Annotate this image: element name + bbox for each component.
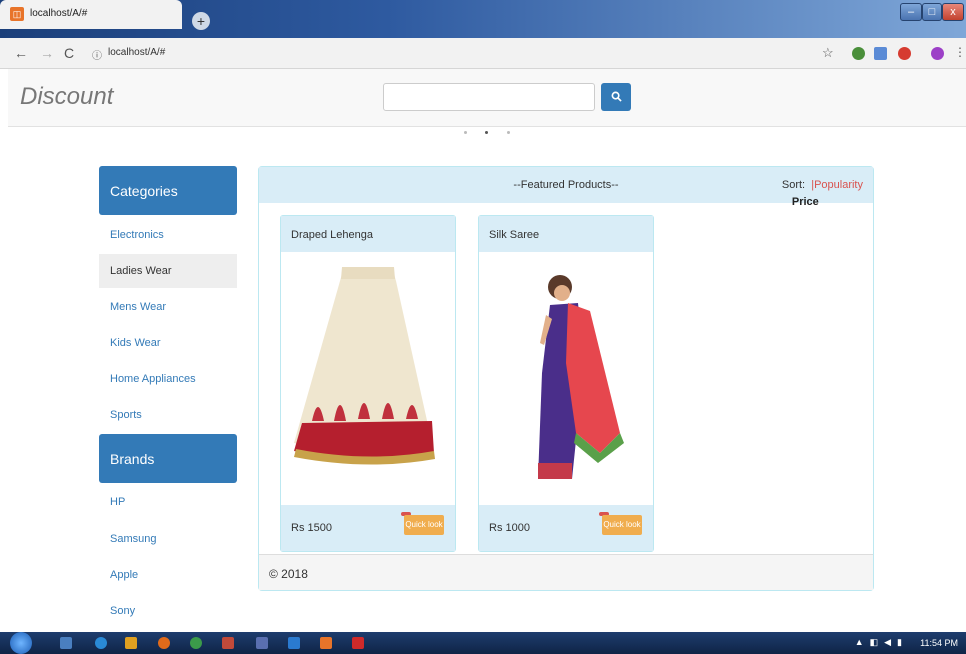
profile-avatar[interactable] xyxy=(931,47,944,60)
sort-price-link[interactable]: Price xyxy=(792,196,819,208)
brand-apple[interactable]: Apple xyxy=(99,558,237,592)
carousel-indicator[interactable] xyxy=(485,131,488,134)
back-icon[interactable]: ← xyxy=(14,45,28,61)
app-icon[interactable] xyxy=(288,637,300,649)
category-home-appliances[interactable]: Home Appliances xyxy=(99,362,237,396)
menu-icon[interactable]: ⋮ xyxy=(954,45,966,59)
os-taskbar: ▲◧◀▮ 11:54 PM xyxy=(0,632,966,654)
reload-icon[interactable]: C xyxy=(64,45,74,61)
extension-icon[interactable] xyxy=(852,47,865,60)
brand-hp[interactable]: HP xyxy=(99,485,237,519)
bookmark-star-icon[interactable]: ☆ xyxy=(822,45,834,61)
browser-titlebar: ◫ localhost/A/# × xyxy=(0,0,966,38)
close-window-button[interactable]: x xyxy=(942,3,964,21)
product-price: Rs 1000 xyxy=(489,522,530,534)
panel-heading: --Featured Products-- Sort: Price |Popula… xyxy=(259,167,873,208)
pdf-icon[interactable] xyxy=(352,637,364,649)
media-icon[interactable] xyxy=(125,637,137,649)
minimize-button[interactable]: – xyxy=(900,3,922,21)
product-name[interactable]: Silk Saree xyxy=(479,216,653,252)
browser-tab[interactable]: ◫ localhost/A/# × xyxy=(0,0,958,29)
categories-header: Categories xyxy=(99,166,237,215)
info-icon[interactable]: ⓘ xyxy=(92,47,102,62)
new-tab-button[interactable]: + xyxy=(192,12,210,30)
app-icon[interactable] xyxy=(222,637,234,649)
app-icon[interactable] xyxy=(256,637,268,649)
category-ladies-wear[interactable]: Ladies Wear xyxy=(99,254,237,288)
explorer-icon[interactable] xyxy=(60,637,72,649)
brand-logo[interactable]: Discount xyxy=(20,83,113,111)
sort-controls: Sort: Price |Popularity xyxy=(781,179,863,208)
category-mens-wear[interactable]: Mens Wear xyxy=(99,290,237,324)
quick-look-button[interactable]: Quick look xyxy=(602,515,642,535)
sort-label: Sort: xyxy=(781,179,806,191)
product-card[interactable]: Silk Saree Rs 1000 Quick look xyxy=(478,215,654,552)
search-input[interactable] xyxy=(383,83,595,111)
page-header: Discount xyxy=(8,69,966,127)
system-tray[interactable]: ▲◧◀▮ xyxy=(855,637,908,648)
address-bar: ← → C ⓘ localhost/A/# ☆ ⋮ xyxy=(0,38,966,69)
category-kids-wear[interactable]: Kids Wear xyxy=(99,326,237,360)
brand-samsung[interactable]: Samsung xyxy=(99,522,237,556)
product-name[interactable]: Draped Lehenga xyxy=(281,216,455,252)
maximize-button[interactable]: □ xyxy=(922,3,942,21)
category-electronics[interactable]: Electronics xyxy=(99,218,237,252)
url-field[interactable]: localhost/A/# xyxy=(108,47,165,58)
ie-icon[interactable] xyxy=(95,637,107,649)
product-price: Rs 1500 xyxy=(291,522,332,534)
clock[interactable]: 11:54 PM xyxy=(920,638,958,648)
category-sports[interactable]: Sports xyxy=(99,398,237,432)
start-button[interactable] xyxy=(10,632,32,654)
favicon-icon: ◫ xyxy=(10,7,24,21)
firefox-icon[interactable] xyxy=(158,637,170,649)
chrome-icon[interactable] xyxy=(190,637,202,649)
product-footer: Rs 1500 Quick look xyxy=(281,505,455,551)
brands-header: Brands xyxy=(99,434,237,483)
carousel-indicator[interactable] xyxy=(507,131,510,134)
adblock-icon[interactable] xyxy=(898,47,911,60)
forward-icon[interactable]: → xyxy=(40,45,54,61)
product-card[interactable]: Draped Lehenga Rs 1500 Quick look xyxy=(280,215,456,552)
product-image[interactable] xyxy=(282,253,454,503)
search-button[interactable] xyxy=(601,83,631,111)
brand-sony[interactable]: Sony xyxy=(99,594,237,628)
search-icon xyxy=(611,91,622,102)
quick-look-button[interactable]: Quick look xyxy=(404,515,444,535)
carousel-indicator[interactable] xyxy=(464,131,467,134)
tab-title: localhost/A/# xyxy=(30,8,88,19)
sort-popularity-link[interactable]: Popularity xyxy=(814,179,863,191)
product-image[interactable] xyxy=(480,253,652,503)
translate-icon[interactable] xyxy=(874,47,887,60)
product-footer: Rs 1000 Quick look xyxy=(479,505,653,551)
panel-footer: © 2018 xyxy=(259,554,873,590)
xampp-icon[interactable] xyxy=(320,637,332,649)
